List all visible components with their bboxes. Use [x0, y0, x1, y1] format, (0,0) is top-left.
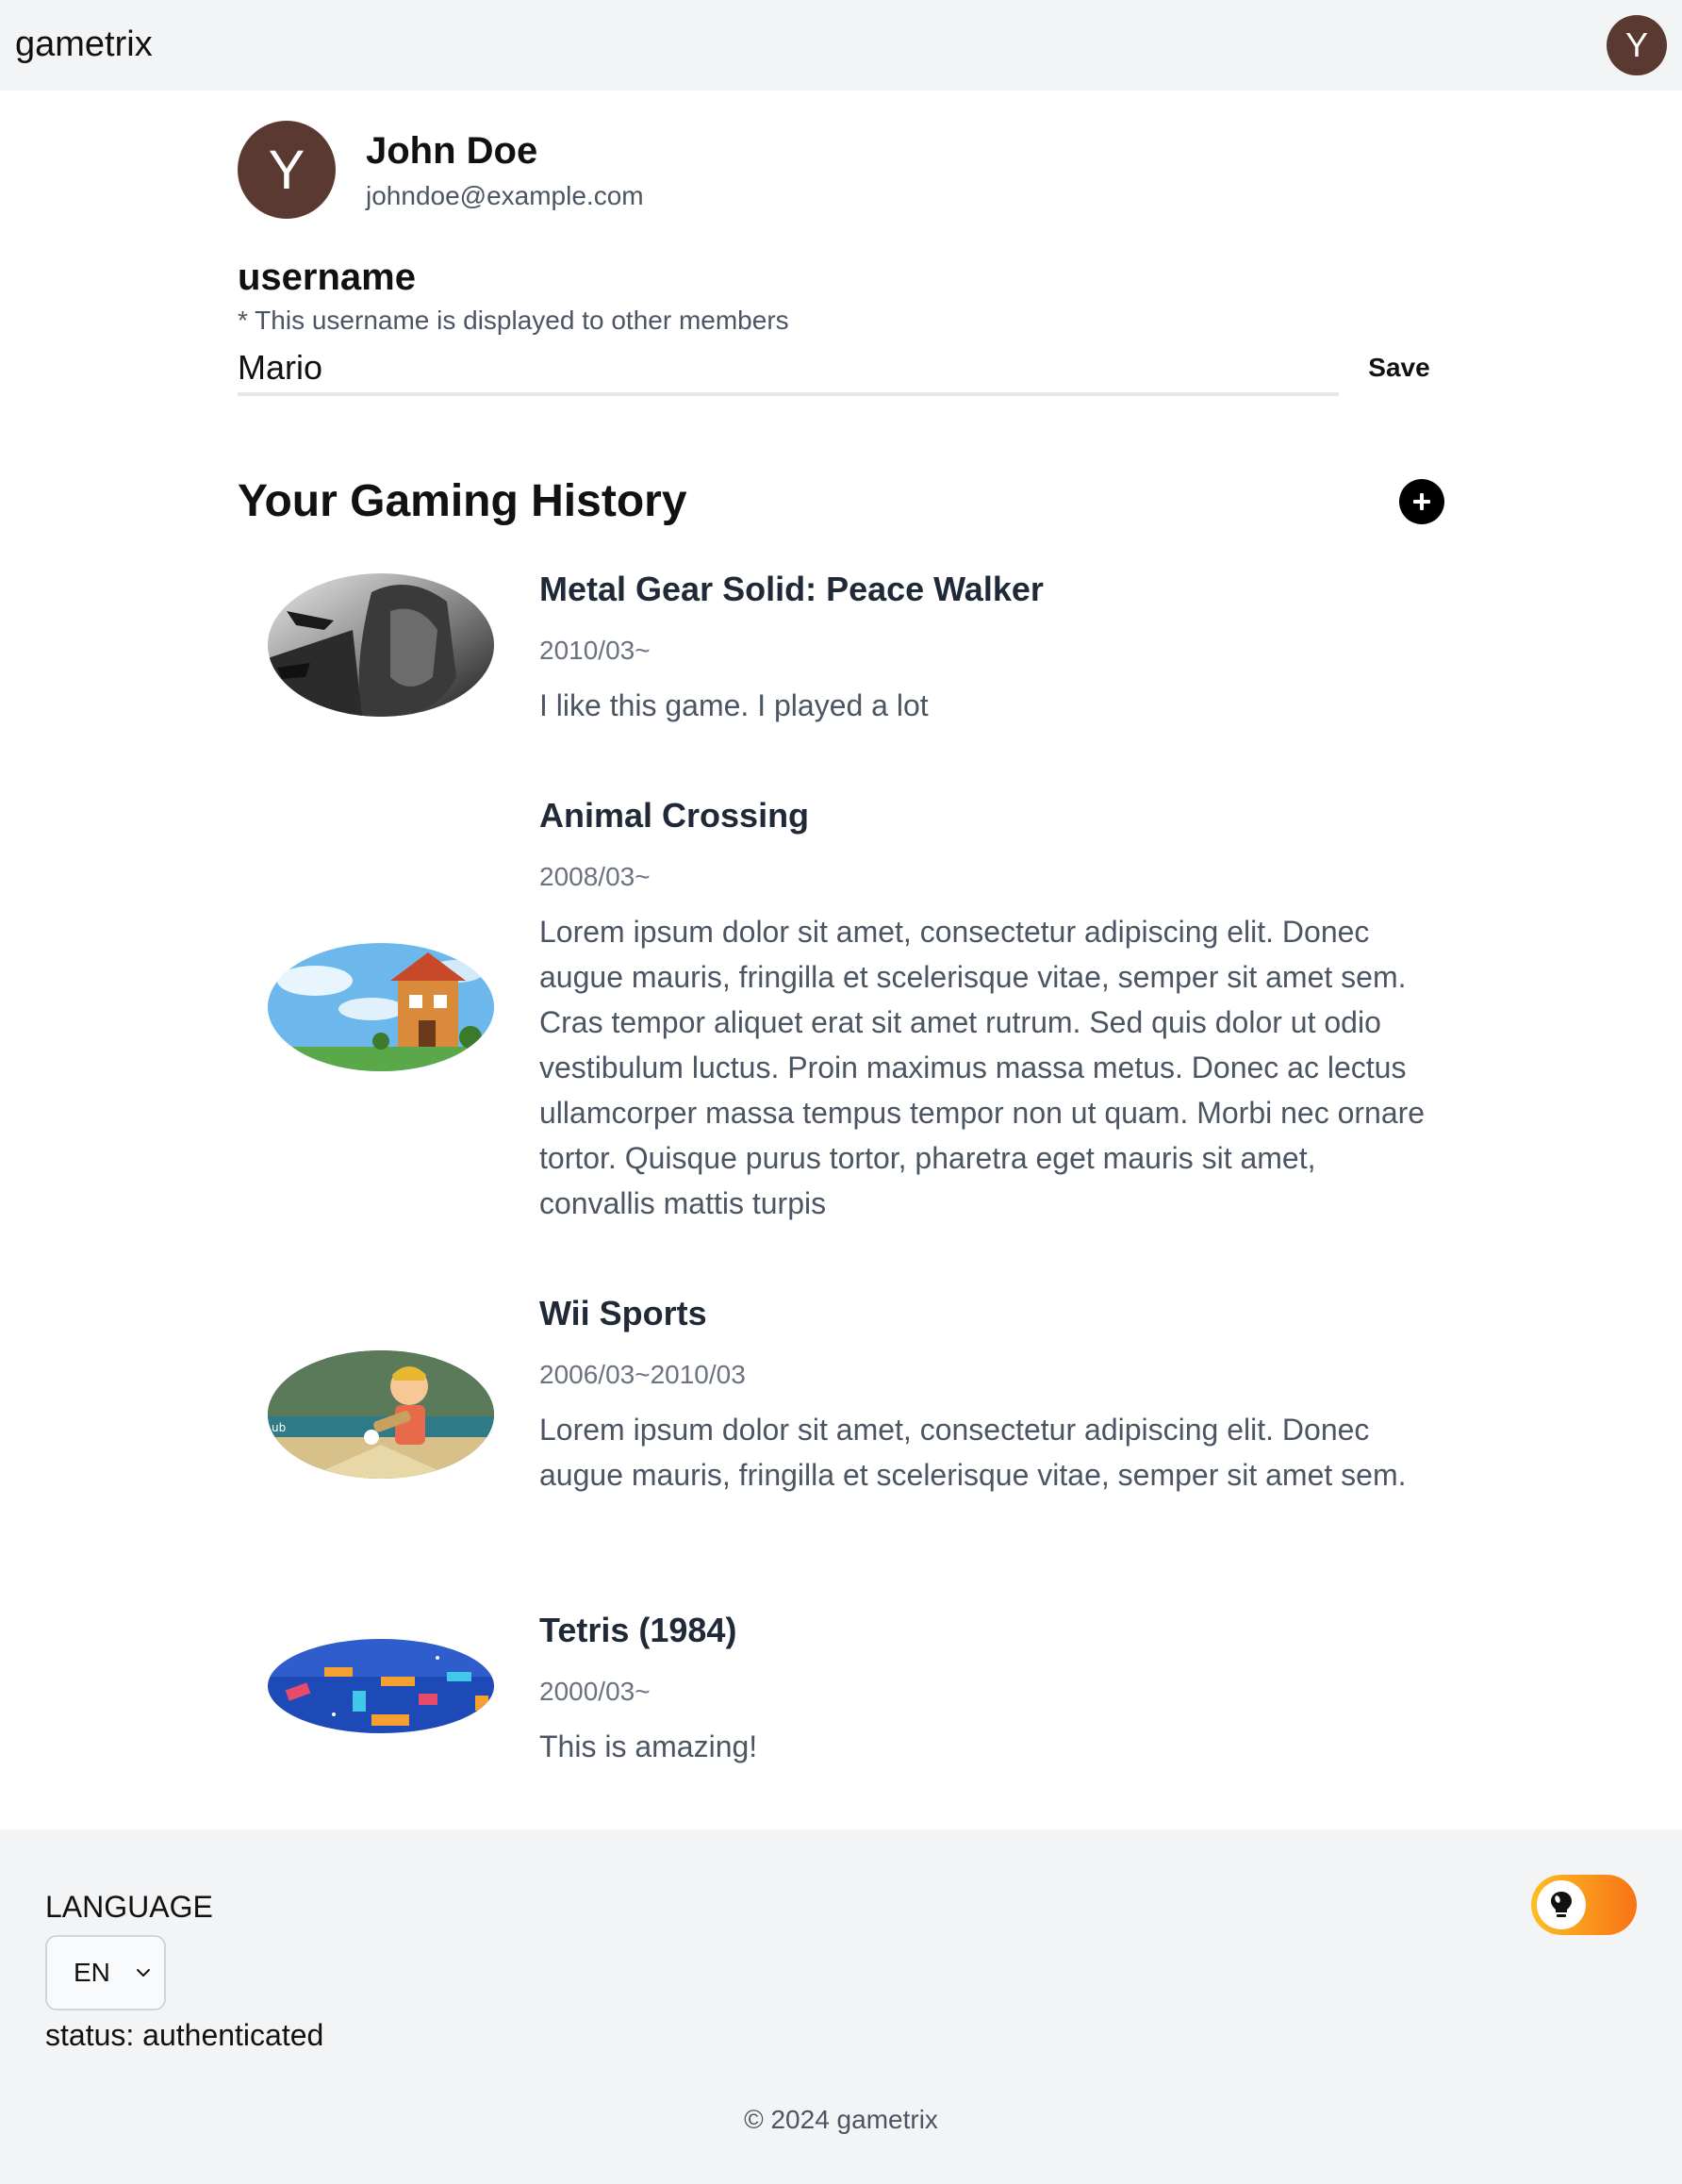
username-heading: username: [238, 256, 416, 298]
gaming-history-title: Your Gaming History: [238, 476, 687, 526]
game-thumbnail: ub: [268, 1350, 494, 1479]
add-game-button[interactable]: [1399, 479, 1444, 524]
chevron-down-icon: [137, 1969, 150, 1977]
profile-name: John Doe: [366, 130, 538, 172]
username-input[interactable]: [238, 343, 1339, 396]
game-title: Wii Sports: [539, 1294, 707, 1332]
game-title: Tetris (1984): [539, 1611, 737, 1649]
user-avatar-button[interactable]: Y: [1607, 15, 1667, 75]
save-username-button[interactable]: Save: [1339, 349, 1459, 387]
game-description: This is amazing!: [539, 1729, 758, 1763]
lightbulb-icon: [1551, 1892, 1572, 1917]
game-title: Metal Gear Solid: Peace Walker: [539, 570, 1044, 608]
game-thumbnail: [268, 573, 494, 717]
game-description: Lorem ipsum dolor sit amet, consectetur …: [539, 915, 1426, 1220]
game-date: 2006/03~2010/03: [539, 1360, 746, 1389]
profile-email: johndoe@example.com: [366, 181, 644, 210]
plus-circle-icon: [1413, 493, 1430, 510]
game-description: I like this game. I played a lot: [539, 688, 929, 722]
game-date: 2010/03~: [539, 636, 651, 665]
copyright: © 2024 gametrix: [744, 2105, 938, 2134]
game-description: Lorem ipsum dolor sit amet, consectetur …: [539, 1413, 1407, 1492]
username-note: * This username is displayed to other me…: [238, 306, 789, 335]
top-navbar: gametrix Y: [0, 0, 1682, 91]
theme-toggle[interactable]: [1531, 1875, 1637, 1935]
game-thumbnail: [268, 1639, 494, 1733]
game-thumbnail: [268, 943, 494, 1071]
svg-text:ub: ub: [272, 1421, 286, 1434]
language-label: LANGUAGE: [45, 1890, 213, 1924]
profile-avatar: Y: [238, 121, 336, 219]
brand-logo[interactable]: gametrix: [15, 25, 153, 65]
language-select-value: EN: [74, 1958, 110, 1987]
language-select[interactable]: EN: [45, 1935, 166, 2010]
auth-status: status: authenticated: [45, 2018, 324, 2052]
game-date: 2000/03~: [539, 1677, 651, 1706]
game-title: Animal Crossing: [539, 796, 810, 835]
game-date: 2008/03~: [539, 862, 651, 891]
theme-toggle-knob: [1537, 1880, 1586, 1929]
